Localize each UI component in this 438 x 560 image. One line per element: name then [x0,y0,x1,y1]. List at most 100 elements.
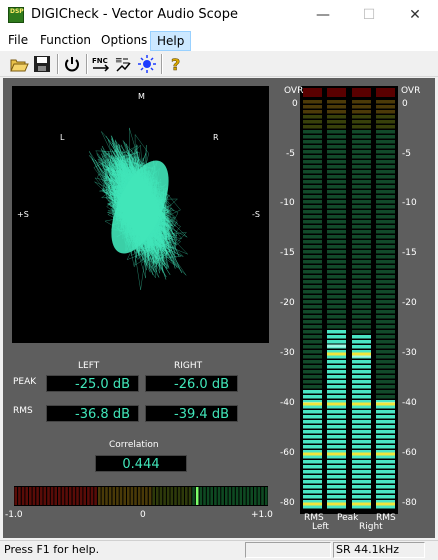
meter-over-indicator [352,88,371,97]
meter-segment [352,285,371,289]
menu-function[interactable]: Function [34,31,97,51]
meter-segment [303,440,322,444]
menu-help[interactable]: Help [150,31,192,51]
meter-segment [327,440,346,444]
meter-segment [303,470,322,474]
meter-tick-left: -20 [280,298,295,308]
meter-segment [352,210,371,214]
meter-segment [303,255,322,259]
meter-segment [327,115,346,119]
meter-tick-right: -15 [402,248,417,258]
meter-segment [376,210,395,214]
meter-segment [376,460,395,464]
meter-segment [352,375,371,379]
meter-segment [303,125,322,129]
settings-sun-icon[interactable] [136,53,158,75]
meter-segment [327,320,346,324]
meter-segment [303,350,322,354]
meter-segment [352,270,371,274]
scope-label-plus-s: +S [17,210,29,219]
menu-options[interactable]: Options [95,31,153,51]
meter-segment [352,170,371,174]
meter-segment [327,365,346,369]
meter-segment [376,190,395,194]
meter-segment [303,415,322,419]
power-icon[interactable] [61,53,83,75]
meter-segment [352,425,371,429]
meter-segment [327,310,346,314]
meter-segment [352,475,371,479]
meter-segment [352,370,371,374]
meter-reference-marker [327,402,346,406]
correlation-segment [170,487,174,505]
meter-segment [376,430,395,434]
meter-segment [376,425,395,429]
meter-tick-left: -80 [280,498,295,508]
minimize-button[interactable]: — [300,0,346,31]
maximize-button[interactable]: ☐ [346,0,392,31]
meter-segment [327,120,346,124]
meter-segment [327,480,346,484]
meter-segment [303,245,322,249]
meter-segment [303,410,322,414]
fnc-icon[interactable]: FNC [90,53,112,75]
meter-segment [303,225,322,229]
menu-file[interactable]: File [2,31,34,51]
meter-segment [376,330,395,334]
meter-peak-hold [327,344,346,348]
meter-segment [303,465,322,469]
meter-segment [376,370,395,374]
meter-segment [303,160,322,164]
meter-segment [376,475,395,479]
correlation-segment [18,487,21,505]
meter-segment [303,285,322,289]
meter-segment [352,305,371,309]
meter-segment [327,200,346,204]
save-disk-icon[interactable] [31,53,53,75]
meter-segment [327,180,346,184]
help-question-icon[interactable]: ? [165,53,187,75]
open-folder-icon[interactable] [8,53,30,75]
meter-segment [376,355,395,359]
meter-reference-marker [327,352,346,356]
close-button[interactable]: ✕ [392,0,438,31]
meter-segment [352,195,371,199]
meter-segment [376,335,395,339]
correlation-segment [39,487,43,505]
correlation-segment [116,487,119,505]
meter-segment [376,380,395,384]
meter-segment [303,360,322,364]
meter-segment [352,420,371,424]
correlation-segment [90,487,94,505]
correlation-segment [87,487,90,505]
meter-segment [327,395,346,399]
peak-left-readout: -25.0 dB [46,375,139,392]
meter-over-indicator [327,88,346,97]
meter-segment [327,325,346,329]
correlation-segment [21,487,25,505]
meter-segment [303,455,322,459]
meter-segment [352,150,371,154]
meter-segment [327,405,346,409]
meter-segment [303,130,322,134]
correlation-scale-min: -1.0 [5,510,23,520]
meter-segment [327,140,346,144]
correlation-segment [206,487,210,505]
meter-segment [376,295,395,299]
meter-segment [376,280,395,284]
correlation-value: 0.444 [95,455,187,472]
left-header: LEFT [78,361,100,371]
correlation-segment [98,487,101,505]
analyzer-icon[interactable]: ≡ [113,53,135,75]
correlation-segment [185,487,188,505]
meter-segment [352,385,371,389]
meter-segment [303,215,322,219]
meter-tick-right: -60 [402,448,417,458]
meter-segment [376,375,395,379]
meter-segment [303,425,322,429]
toolbar-separator [161,54,163,74]
meter-segment [303,155,322,159]
meter-tick-left: -10 [280,198,295,208]
meter-segment [303,445,322,449]
meter-segment [376,165,395,169]
